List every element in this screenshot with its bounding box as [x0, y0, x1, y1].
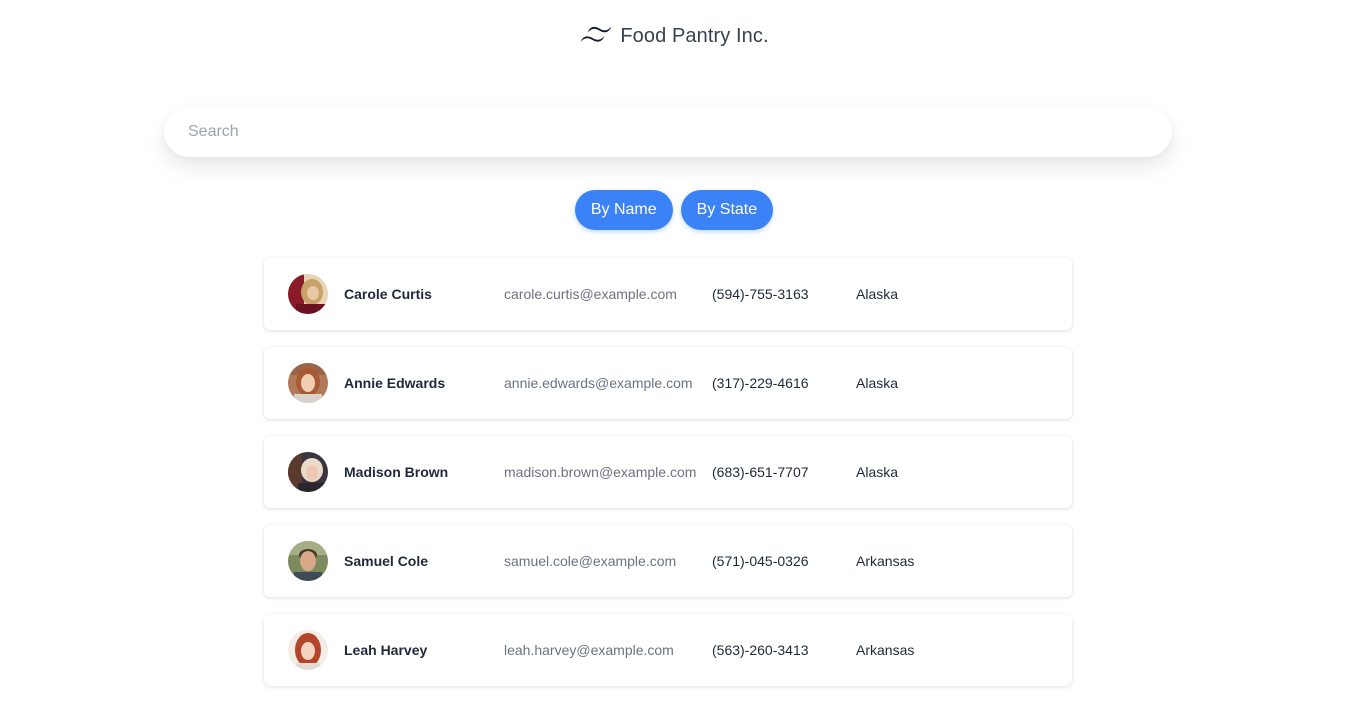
- person-state: Arkansas: [856, 553, 915, 569]
- avatar: [288, 363, 328, 403]
- person-email: madison.brown@example.com: [504, 464, 697, 480]
- person-name: Annie Edwards: [344, 375, 446, 391]
- person-state: Alaska: [856, 464, 899, 480]
- person-phone: (563)-260-3413: [712, 642, 809, 658]
- person-phone: (683)-651-7707: [712, 464, 809, 480]
- list-item[interactable]: Annie Edwards annie.edwards@example.com …: [264, 347, 1072, 419]
- avatar: [288, 541, 328, 581]
- list-item[interactable]: Samuel Cole samuel.cole@example.com (571…: [264, 525, 1072, 597]
- person-name: Samuel Cole: [344, 553, 429, 569]
- person-phone: (571)-045-0326: [712, 553, 809, 569]
- header: Food Pantry Inc.: [0, 20, 1348, 52]
- avatar: [288, 452, 328, 492]
- person-name: Leah Harvey: [344, 642, 428, 658]
- list-item[interactable]: Madison Brown madison.brown@example.com …: [264, 436, 1072, 508]
- sort-by-name-button[interactable]: By Name: [574, 190, 673, 230]
- person-state: Alaska: [856, 286, 899, 302]
- person-email: samuel.cole@example.com: [504, 553, 677, 569]
- people-list: Carole Curtis carole.curtis@example.com …: [264, 258, 1072, 703]
- person-email: carole.curtis@example.com: [504, 286, 677, 302]
- sort-by-state-button[interactable]: By State: [680, 190, 774, 230]
- tailwind-wave-icon: [579, 24, 613, 48]
- brand-name: Food Pantry Inc.: [620, 24, 769, 47]
- search-bar: [164, 107, 1172, 157]
- person-name: Carole Curtis: [344, 286, 432, 302]
- person-email: leah.harvey@example.com: [504, 642, 674, 658]
- person-phone: (317)-229-4616: [712, 375, 809, 391]
- person-state: Alaska: [856, 375, 899, 391]
- person-name: Madison Brown: [344, 464, 449, 480]
- person-phone: (594)-755-3163: [712, 286, 809, 302]
- avatar: [288, 274, 328, 314]
- search-input[interactable]: [164, 107, 1148, 157]
- list-item[interactable]: Carole Curtis carole.curtis@example.com …: [264, 258, 1072, 330]
- person-email: annie.edwards@example.com: [504, 375, 693, 391]
- list-item[interactable]: Leah Harvey leah.harvey@example.com (563…: [264, 614, 1072, 686]
- avatar: [288, 630, 328, 670]
- person-state: Arkansas: [856, 642, 915, 658]
- sort-button-group: By Name By State: [0, 190, 1348, 230]
